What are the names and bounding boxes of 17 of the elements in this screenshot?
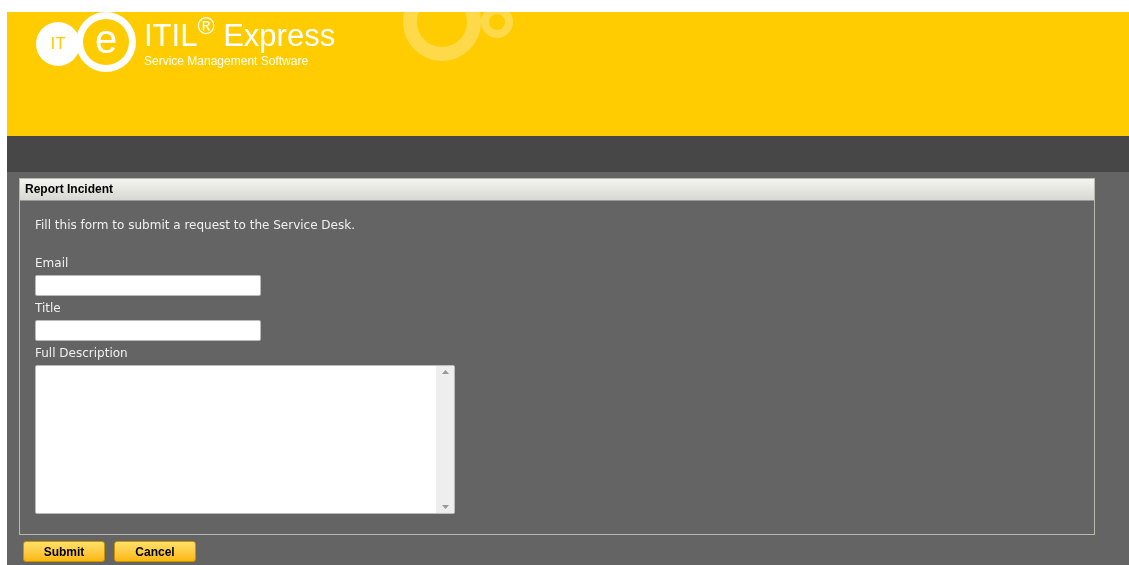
scroll-up-icon[interactable] <box>441 370 449 374</box>
text-field[interactable] <box>35 275 261 296</box>
text-area[interactable] <box>35 365 455 514</box>
logo-letter: e <box>76 12 136 72</box>
text-field[interactable] <box>35 320 261 341</box>
field-label: Email <box>35 255 70 271</box>
scrollbar[interactable] <box>436 366 454 513</box>
action-button[interactable]: Cancel <box>114 541 196 562</box>
scroll-down-icon[interactable] <box>441 505 449 509</box>
action-button[interactable]: Submit <box>23 541 105 562</box>
intro-text: Fill this form to submit a request to the Service Desk. <box>35 218 356 233</box>
logo-letters: IT <box>36 22 80 66</box>
logo-title: ITIL$^{®}$ Express <box>144 18 336 54</box>
panel-title: Report Incident <box>20 179 1094 201</box>
logo-subtitle: Service Management Software <box>144 54 310 68</box>
field-label: Title <box>35 300 62 316</box>
field-label: Full Description <box>35 345 129 361</box>
